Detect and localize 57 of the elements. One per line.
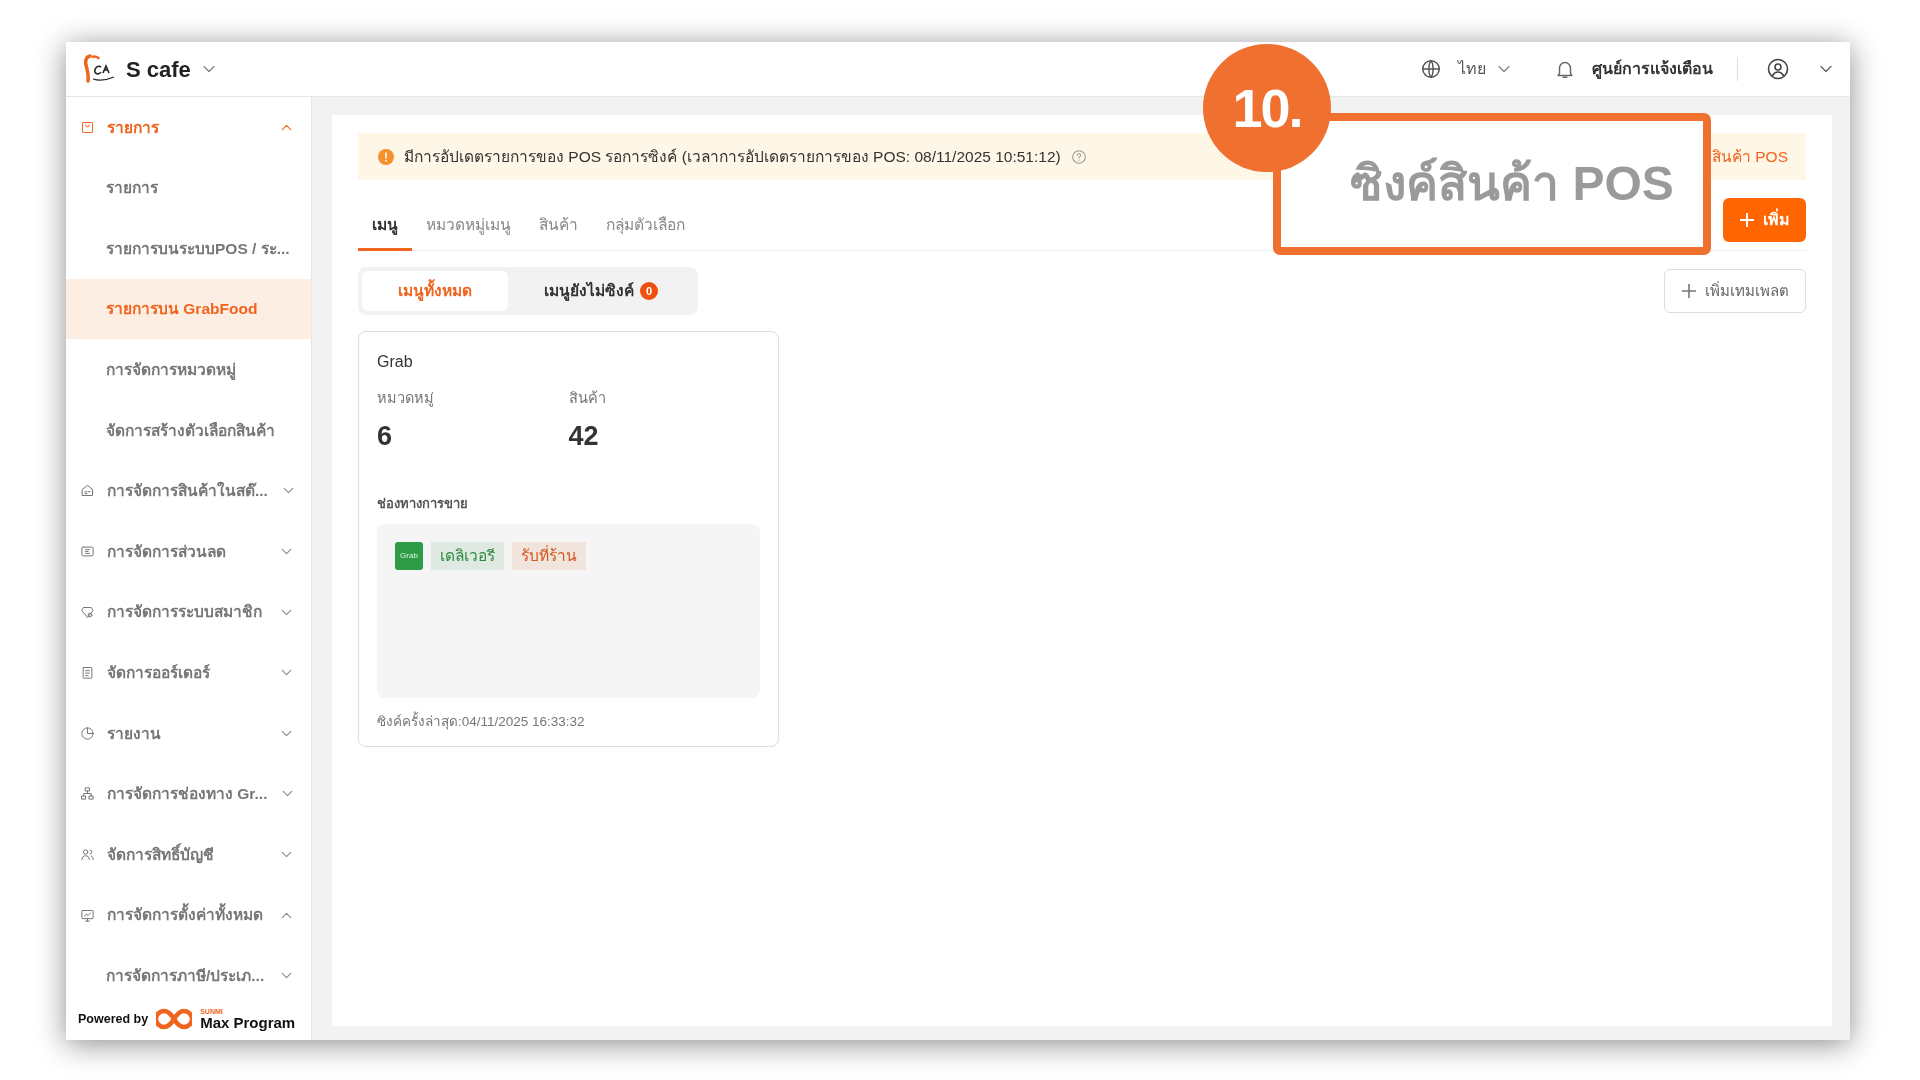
- sidebar-submenu-item[interactable]: การจัดการหมวดหมู่: [66, 339, 311, 400]
- stat-value: 42: [568, 419, 600, 453]
- channel-tag: รับที่ร้าน: [512, 541, 586, 570]
- channel-tag: เดลิเวอรี: [431, 541, 504, 570]
- powered-by-text: Powered by: [78, 1010, 149, 1028]
- grab-logo: Grab: [395, 541, 423, 570]
- pie-chart-icon: [80, 725, 95, 741]
- banner-message: มีการอัปเดตรายการของ POS รอการซิงค์ (เวลาการอัปเดตรายการของ POS: 08/11/2025 10:51:12): [404, 146, 1061, 167]
- users-icon: [80, 846, 95, 862]
- monitor-chart-icon: [80, 907, 95, 923]
- card-title: Grab: [377, 352, 414, 372]
- store-icon: [80, 483, 95, 499]
- sidebar-submenu-item[interactable]: การจัดการภาษี/ประเภ...: [66, 945, 311, 1006]
- sitemap-icon: [80, 786, 95, 802]
- sidebar-menu-item[interactable]: รายงาน: [66, 702, 311, 764]
- globe-icon[interactable]: [1420, 58, 1442, 80]
- warning-icon: [378, 148, 394, 165]
- language-selector[interactable]: ไทย: [1458, 57, 1486, 81]
- box-icon: [80, 119, 95, 135]
- brand-name: S cafe: [126, 55, 191, 84]
- sidebar-menu-item[interactable]: การจัดการระบบสมาชิก: [66, 581, 311, 643]
- stat-value: 6: [377, 419, 394, 453]
- tab[interactable]: กลุ่มตัวเลือก: [592, 204, 699, 251]
- sidebar-menu-item[interactable]: การจัดการส่วนลด: [66, 521, 311, 582]
- tab[interactable]: เมนู: [358, 204, 412, 251]
- sync-pos-link[interactable]: สินค้า POS: [1711, 144, 1788, 169]
- infinity-logo-icon: [156, 1008, 193, 1030]
- add-button[interactable]: เพิ่ม: [1723, 198, 1806, 242]
- sidebar-submenu-item[interactable]: จัดการสร้างตัวเลือกสินค้า: [66, 399, 311, 461]
- notification-center-link[interactable]: ศูนย์การแจ้งเตือน: [1592, 57, 1713, 81]
- plus-icon: [1739, 212, 1755, 228]
- last-sync-text: ซิงค์ครั้งล่าสุด:04/11/2025 16:33:32: [377, 711, 586, 732]
- sidebar-menu-item[interactable]: การจัดการช่องทาง Gr...: [66, 763, 311, 825]
- stat-label: สินค้า: [568, 389, 607, 408]
- sidebar-submenu-item[interactable]: รายการบนระบบPOS / ระ...: [66, 218, 311, 279]
- sidebar-menu-item[interactable]: จัดการสิทธิ์บัญชี: [66, 824, 311, 885]
- segment-tab[interactable]: เมนูทั้งหมด: [362, 271, 508, 311]
- sidebar-menu-item[interactable]: รายการ: [66, 97, 311, 158]
- help-icon[interactable]: [1070, 148, 1087, 165]
- ticket-icon: [80, 543, 95, 559]
- segment-tab[interactable]: เมนูยังไม่ซิงค์ 0: [508, 271, 694, 311]
- sidebar-menu-item[interactable]: การจัดการตั้งค่าทั้งหมด: [66, 884, 311, 946]
- count-badge: 0: [640, 282, 658, 300]
- user-icon[interactable]: [1766, 57, 1790, 81]
- section-label: ช่องทางการขาย: [377, 495, 469, 514]
- sidebar-menu-item[interactable]: จัดการออร์เดอร์: [66, 642, 311, 703]
- add-template-button[interactable]: เพิ่มเทมเพลต: [1664, 269, 1806, 313]
- sidebar-submenu-item[interactable]: รายการบน GrabFood: [66, 278, 311, 340]
- tab[interactable]: สินค้า: [525, 204, 592, 251]
- tab[interactable]: หมวดหมู่เมนู: [412, 204, 525, 251]
- clipboard-icon: [80, 665, 95, 681]
- stat-label: หมวดหมู่: [377, 389, 435, 409]
- sidebar-submenu-item[interactable]: รายการ: [66, 157, 311, 219]
- gem-badge-icon: [80, 604, 95, 620]
- plus-icon: [1681, 283, 1697, 299]
- brand-logo-text: Max Program: [200, 1015, 296, 1030]
- sidebar-menu-item[interactable]: การจัดการสินค้าในสต๊...: [66, 460, 311, 522]
